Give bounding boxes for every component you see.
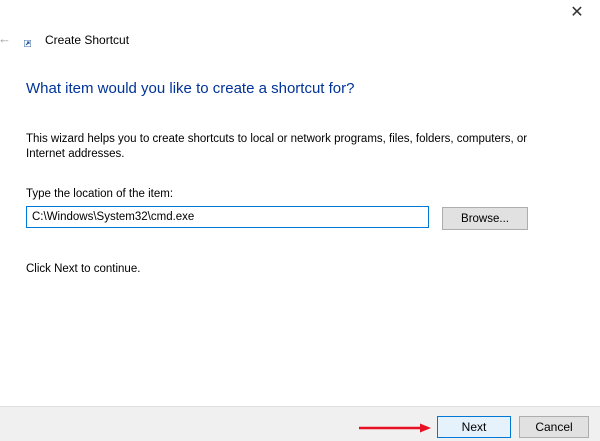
location-input[interactable] — [26, 206, 429, 228]
shortcut-icon — [24, 40, 31, 47]
red-arrow-icon — [359, 423, 431, 433]
next-button[interactable]: Next — [437, 416, 511, 438]
window-title: Create Shortcut — [45, 33, 130, 47]
continue-instruction: Click Next to continue. — [26, 263, 141, 275]
wizard-description: This wizard helps you to create shortcut… — [26, 133, 528, 160]
location-label: Type the location of the item: — [26, 188, 174, 200]
close-button[interactable]: ✕ — [554, 0, 600, 24]
browse-button[interactable]: Browse... — [442, 207, 528, 230]
back-arrow-icon[interactable]: ← — [0, 32, 11, 46]
cancel-button[interactable]: Cancel — [519, 416, 589, 438]
close-icon: ✕ — [570, 4, 584, 21]
create-shortcut-window: ✕ ← Create Shortcut What item would you … — [0, 0, 600, 441]
page-heading: What item would you like to create a sho… — [26, 80, 355, 97]
